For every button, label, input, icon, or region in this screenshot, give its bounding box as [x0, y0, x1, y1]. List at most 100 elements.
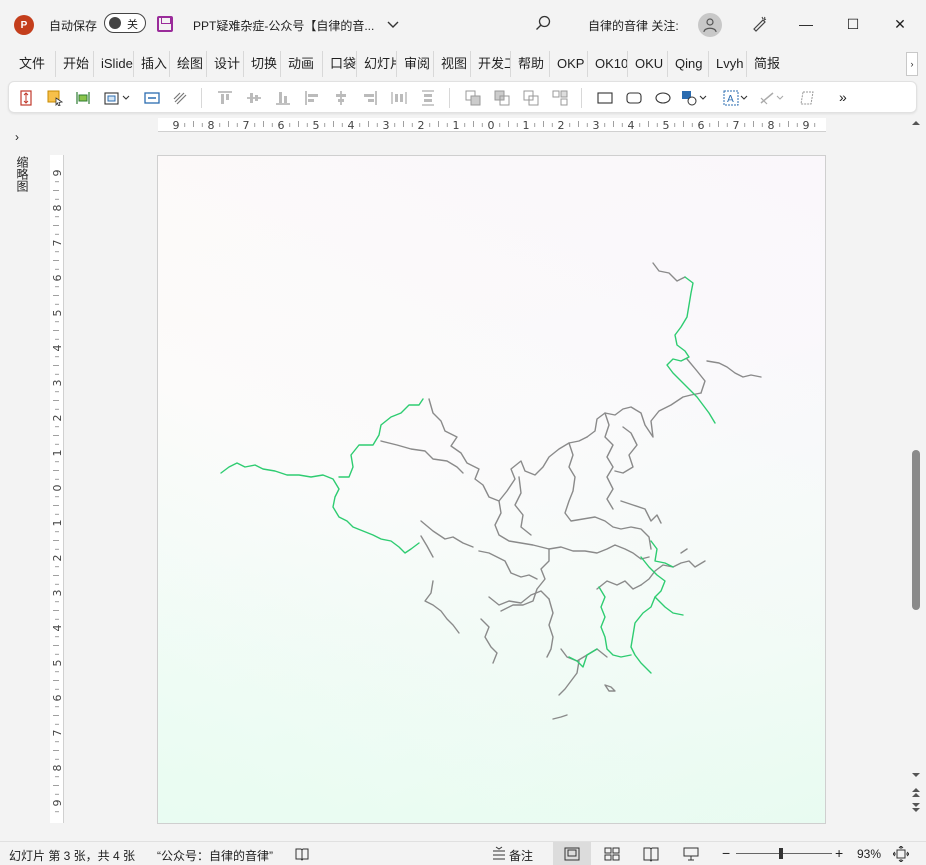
- distribute-vertical-icon[interactable]: [420, 90, 436, 106]
- tab-insert[interactable]: 插入: [134, 51, 170, 77]
- tab-help[interactable]: 帮助: [511, 51, 550, 77]
- crop-shape-icon[interactable]: [799, 90, 815, 106]
- map-internal-boundaries: [380, 262, 762, 720]
- ruler-label: 9: [51, 800, 64, 807]
- ungroup-icon[interactable]: [552, 90, 568, 106]
- oval-icon[interactable]: [655, 90, 671, 106]
- tab-developer[interactable]: 开发工: [471, 51, 511, 77]
- user-name[interactable]: 自律的音律 关注:: [588, 17, 679, 34]
- align-top-icon[interactable]: [217, 90, 233, 106]
- align-left-icon[interactable]: [304, 90, 320, 106]
- notes-label[interactable]: 备注: [509, 847, 533, 864]
- distribute-horizontal-icon[interactable]: [391, 90, 407, 106]
- tab-review[interactable]: 审阅: [397, 51, 434, 77]
- chevron-down-icon[interactable]: [740, 90, 748, 106]
- vertical-scrollbar[interactable]: [909, 118, 923, 838]
- scroll-down-icon[interactable]: [911, 770, 921, 780]
- tab-slideshow[interactable]: 幻灯片: [357, 51, 397, 77]
- ruler-label: 6: [51, 695, 64, 702]
- scrollbar-thumb[interactable]: [912, 450, 920, 610]
- normal-view-button[interactable]: [553, 842, 591, 865]
- frame-icon[interactable]: [104, 90, 120, 106]
- tab-pocket[interactable]: 口袋: [323, 51, 357, 77]
- align-center-icon[interactable]: [75, 90, 91, 106]
- tab-transitions[interactable]: 切换: [244, 51, 281, 77]
- map-graphic[interactable]: [158, 156, 826, 824]
- tab-view[interactable]: 视图: [434, 51, 471, 77]
- line-style-icon[interactable]: [759, 90, 775, 106]
- ruler-label: 2: [418, 119, 425, 132]
- bring-forward-icon[interactable]: [494, 90, 510, 106]
- chevron-down-icon[interactable]: [699, 90, 707, 106]
- tab-brief[interactable]: 简报: [747, 51, 783, 77]
- slideshow-icon[interactable]: [683, 846, 699, 862]
- ruler-label: 4: [51, 345, 64, 352]
- format-painter-icon[interactable]: [172, 90, 188, 106]
- zoom-slider[interactable]: [736, 853, 832, 854]
- autosave-state: 关: [127, 19, 138, 31]
- toolbar-more-button[interactable]: »: [839, 89, 847, 105]
- zoom-slider-thumb[interactable]: [778, 848, 783, 859]
- align-center-h-icon[interactable]: [333, 90, 349, 106]
- align-middle-icon[interactable]: [246, 90, 262, 106]
- fit-to-window-icon[interactable]: [893, 846, 909, 862]
- textbox-icon[interactable]: [144, 90, 160, 106]
- tab-design[interactable]: 设计: [207, 51, 244, 77]
- maximize-button[interactable]: ☐: [841, 12, 865, 36]
- select-shape-icon[interactable]: [47, 90, 63, 106]
- ruler-label: 8: [208, 119, 215, 132]
- tab-lvyh[interactable]: Lvyh: [709, 51, 747, 77]
- ruler-label: 8: [51, 205, 64, 212]
- slide-sorter-icon[interactable]: [604, 846, 620, 862]
- tab-file[interactable]: 文件: [12, 51, 56, 77]
- avatar[interactable]: [698, 13, 722, 37]
- zoom-in-button[interactable]: +: [835, 845, 843, 861]
- tab-oku[interactable]: OKU: [628, 51, 668, 77]
- ruler-label: 3: [51, 380, 64, 387]
- ribbon-scroll-button[interactable]: ›: [906, 52, 918, 76]
- thumbnail-label[interactable]: 缩略图: [14, 156, 31, 192]
- ruler-label: 9: [803, 119, 810, 132]
- minimize-button[interactable]: —: [794, 12, 818, 36]
- rectangle-icon[interactable]: [597, 90, 613, 106]
- align-bottom-icon[interactable]: [275, 90, 291, 106]
- tab-ok10[interactable]: OK10: [588, 51, 628, 77]
- close-button[interactable]: ✕: [888, 12, 912, 36]
- tab-islide[interactable]: iSlide: [94, 51, 134, 77]
- tab-qing[interactable]: Qing: [668, 51, 709, 77]
- search-icon[interactable]: [535, 15, 551, 31]
- shapes-icon[interactable]: [681, 90, 697, 106]
- zoom-out-button[interactable]: −: [722, 845, 730, 861]
- chevron-down-icon[interactable]: [776, 90, 784, 106]
- chevron-down-icon[interactable]: [122, 90, 130, 106]
- tab-animations[interactable]: 动画: [281, 51, 323, 77]
- slide-canvas[interactable]: [157, 155, 826, 824]
- autosave-toggle[interactable]: 关: [104, 13, 146, 33]
- pen-icon[interactable]: [750, 15, 768, 33]
- tab-home[interactable]: 开始: [56, 51, 94, 77]
- next-slide-icon[interactable]: [911, 802, 921, 814]
- height-icon[interactable]: [18, 90, 34, 106]
- normal-view-icon: [564, 847, 580, 861]
- group-icon[interactable]: [465, 90, 481, 106]
- ruler-label: 3: [593, 119, 600, 132]
- scroll-up-icon[interactable]: [911, 118, 921, 128]
- tab-okp[interactable]: OKP: [550, 51, 588, 77]
- save-icon[interactable]: [157, 16, 173, 32]
- reading-view-icon[interactable]: [643, 846, 659, 862]
- notes-icon[interactable]: [491, 846, 507, 862]
- rounded-rectangle-icon[interactable]: [626, 90, 642, 106]
- zoom-level[interactable]: 93%: [857, 847, 881, 861]
- send-backward-icon[interactable]: [523, 90, 539, 106]
- toolbar-separator: [201, 88, 202, 108]
- ruler-label: 6: [51, 275, 64, 282]
- text-box-a-icon[interactable]: A: [723, 90, 739, 106]
- expand-panel-button[interactable]: ›: [15, 130, 19, 144]
- tab-draw[interactable]: 绘图: [170, 51, 207, 77]
- chevron-down-icon[interactable]: [386, 18, 400, 32]
- book-check-icon[interactable]: [294, 846, 310, 862]
- previous-slide-icon[interactable]: [911, 786, 921, 798]
- document-title[interactable]: PPT疑难杂症-公众号【自律的音...: [193, 17, 374, 34]
- align-right-icon[interactable]: [362, 90, 378, 106]
- vertical-ruler: 9 8 7 6 5 4 3 2 1 0 1 2 3 4 5 6 7 8 9: [50, 155, 64, 823]
